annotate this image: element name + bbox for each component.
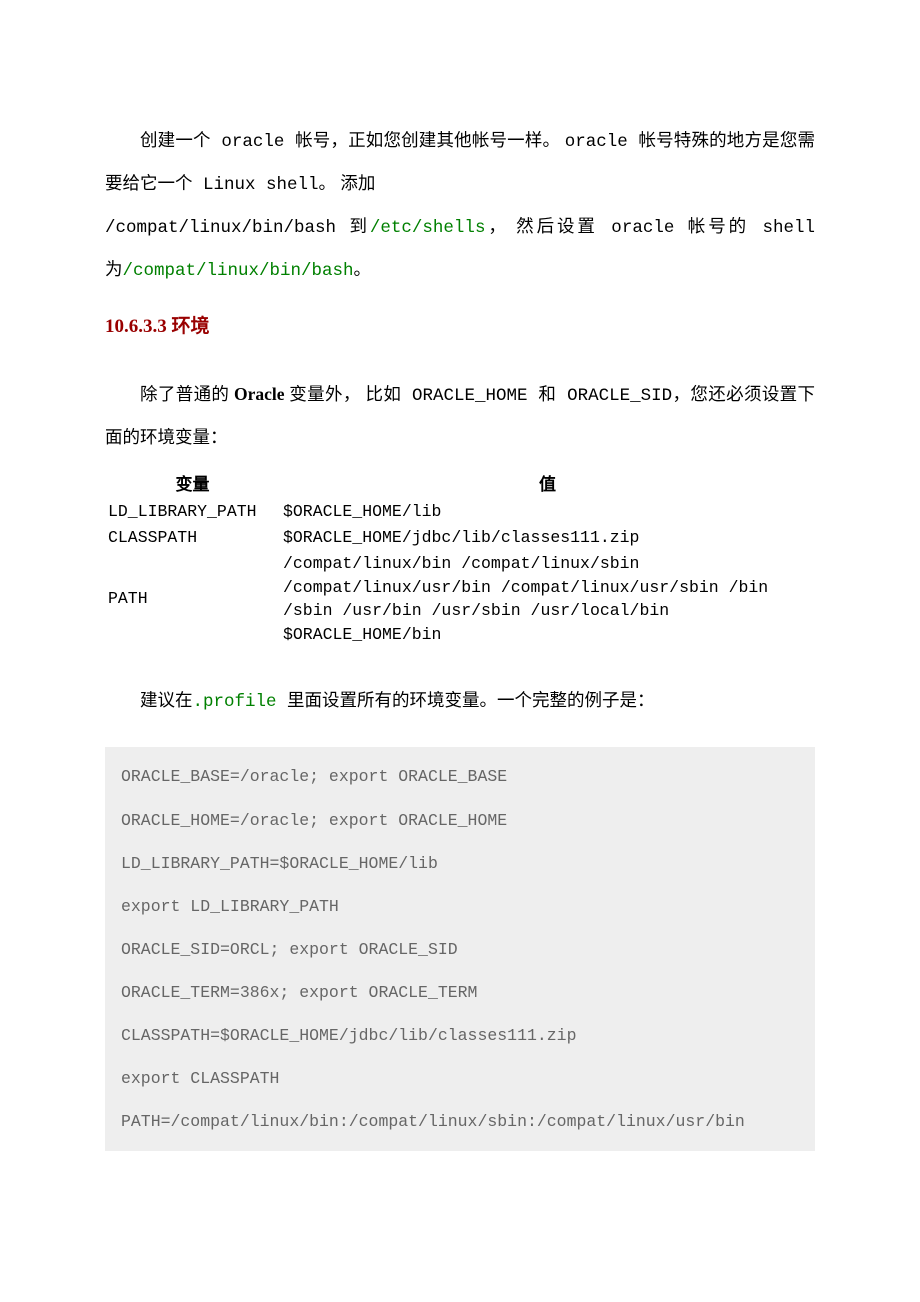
code-line: PATH=/compat/linux/bin:/compat/linux/sbi… <box>121 1110 799 1133</box>
code-line: ORACLE_TERM=386x; export ORACLE_TERM <box>121 981 799 1004</box>
table-row: PATH /compat/linux/bin /compat/linux/sbi… <box>105 551 815 649</box>
code-line: ORACLE_SID=ORCL; export ORACLE_SID <box>121 938 799 961</box>
code-line: LD_LIBRARY_PATH=$ORACLE_HOME/lib <box>121 852 799 875</box>
table-cell-var: LD_LIBRARY_PATH <box>105 499 280 525</box>
paragraph-2: 除了普通的 Oracle 变量外， 比如 ORACLE_HOME 和 ORACL… <box>105 374 815 458</box>
table-row: LD_LIBRARY_PATH $ORACLE_HOME/lib <box>105 499 815 525</box>
paragraph-3: 建议在.profile 里面设置所有的环境变量。一个完整的例子是： <box>105 680 815 723</box>
text: 创建一个 <box>140 130 211 150</box>
table-header-val: 值 <box>280 470 815 499</box>
code-inline: ORACLE_HOME <box>401 386 538 406</box>
table-row: CLASSPATH $ORACLE_HOME/jdbc/lib/classes1… <box>105 525 815 551</box>
text: 除了普通的 <box>140 384 229 404</box>
code-line: export LD_LIBRARY_PATH <box>121 895 799 918</box>
text: 。 <box>354 259 372 279</box>
code-inline: /compat/linux/bin/bash <box>105 218 349 238</box>
table-cell-var: CLASSPATH <box>105 525 280 551</box>
text: 到 <box>349 216 369 236</box>
filepath-link: .profile <box>193 692 288 712</box>
text: 帐号的 <box>688 216 749 236</box>
table-header-row: 变量 值 <box>105 470 815 499</box>
table-cell-val: /compat/linux/bin /compat/linux/sbin /co… <box>280 551 815 649</box>
env-table: 变量 值 LD_LIBRARY_PATH $ORACLE_HOME/lib CL… <box>105 470 815 649</box>
code-line: CLASSPATH=$ORACLE_HOME/jdbc/lib/classes1… <box>121 1024 799 1047</box>
text: 和 <box>538 384 556 404</box>
paragraph-1: 创建一个 oracle 帐号，正如您创建其他帐号一样。 oracle 帐号特殊的… <box>105 120 815 293</box>
code-line: ORACLE_HOME=/oracle; export ORACLE_HOME <box>121 809 799 832</box>
code-inline: oracle <box>211 132 295 152</box>
text: ， 然后设置 <box>485 216 597 236</box>
code-line: ORACLE_BASE=/oracle; export ORACLE_BASE <box>121 765 799 788</box>
table-header-var: 变量 <box>105 470 280 499</box>
text-bold: Oracle <box>229 384 289 404</box>
code-inline: oracle <box>565 132 639 152</box>
code-inline: shell <box>749 218 815 238</box>
filepath-link: /etc/shells <box>370 218 486 238</box>
text: 为 <box>105 259 123 279</box>
text: 变量外， 比如 <box>289 384 401 404</box>
filepath-link: /compat/linux/bin/bash <box>123 261 354 281</box>
code-inline: oracle <box>598 218 688 238</box>
text: 里面设置所有的环境变量。一个完整的例子是： <box>287 690 655 710</box>
code-line: export CLASSPATH <box>121 1067 799 1090</box>
text: 建议在 <box>140 690 193 710</box>
code-block: ORACLE_BASE=/oracle; export ORACLE_BASE … <box>105 747 815 1151</box>
text: 。 添加 <box>319 173 376 193</box>
section-heading: 10.6.3.3 环境 <box>105 311 815 338</box>
table-cell-var: PATH <box>105 551 280 649</box>
code-inline: ORACLE_SID <box>556 386 672 406</box>
code-inline: Linux shell <box>193 175 319 195</box>
table-cell-val: $ORACLE_HOME/jdbc/lib/classes111.zip <box>280 525 815 551</box>
table-cell-val: $ORACLE_HOME/lib <box>280 499 815 525</box>
text: 帐号，正如您创建其他帐号一样。 <box>295 130 565 150</box>
